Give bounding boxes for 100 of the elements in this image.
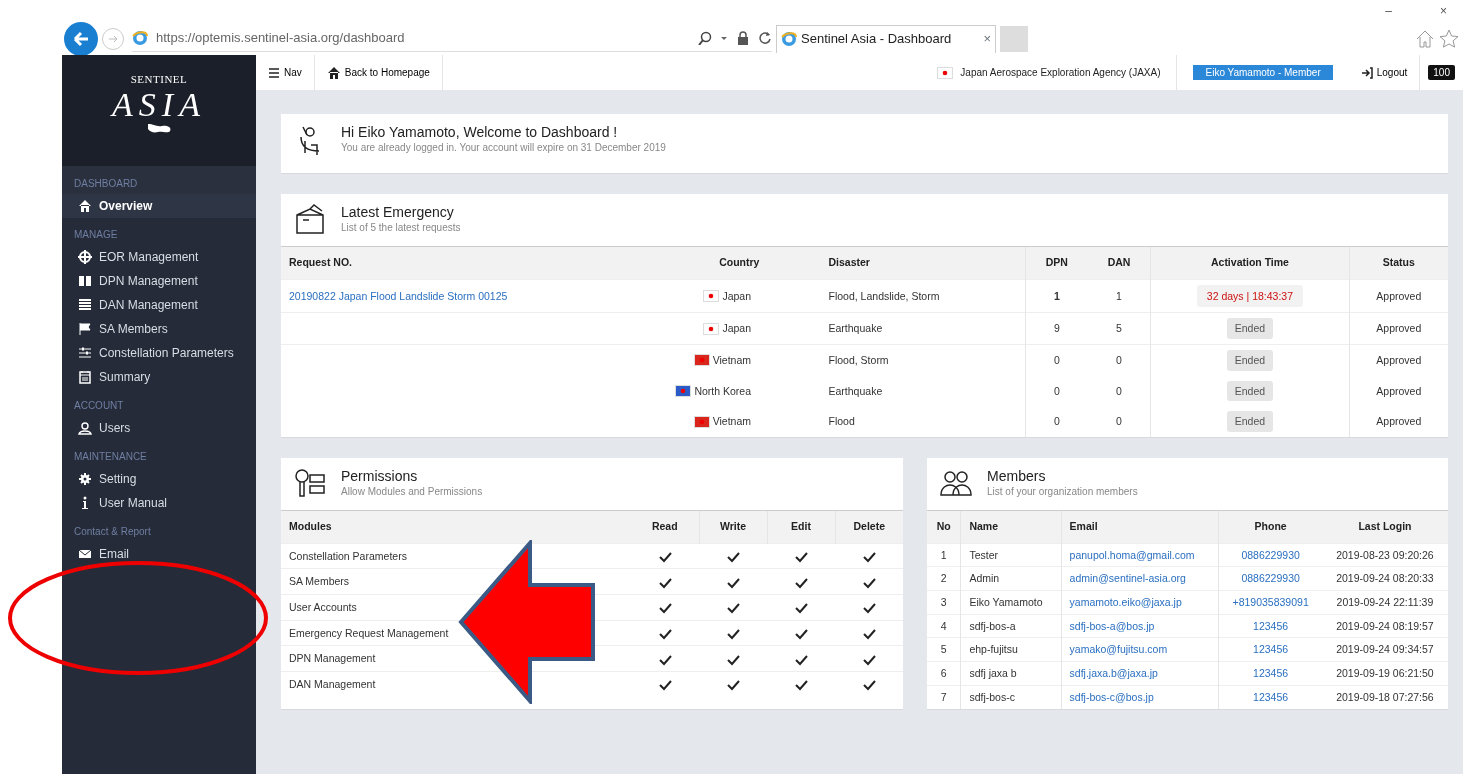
table-cell: Approved — [1349, 312, 1448, 345]
sidebar-item[interactable]: User Manual — [62, 491, 256, 515]
card-title: Permissions — [341, 468, 419, 485]
phone-link[interactable]: 0886229930 — [1241, 572, 1300, 585]
email-link[interactable]: sdfj.jaxa.b@jaxa.jp — [1069, 667, 1158, 680]
sidebar-item[interactable]: Email — [62, 542, 256, 566]
column-header: DPN — [1025, 246, 1088, 280]
organization-name: Japan Aerospace Exploration Agency (JAXA) — [960, 66, 1161, 80]
table-cell: 1 — [1087, 279, 1151, 313]
table-cell: sdfj-bos-c — [960, 685, 1062, 709]
sidebar-item[interactable]: Overview — [62, 194, 256, 218]
table-cell: Flood, Landslide, Storm — [820, 279, 1026, 313]
flag-icon — [704, 291, 719, 301]
browser-tab[interactable]: Sentinel Asia - Dashboard × — [776, 24, 996, 53]
url-text: https://optemis.sentinel-asia.org/dashboard — [156, 29, 406, 48]
email-link[interactable]: admin@sentinel-asia.org — [1069, 572, 1186, 585]
table-cell: 2019-08-23 09:20:26 — [1321, 543, 1448, 567]
phone-link[interactable]: 123456 — [1253, 619, 1289, 632]
column-header: Disaster — [820, 246, 1026, 280]
table-cell: 2019-09-24 22:11:39 — [1321, 590, 1448, 615]
sliders-icon — [78, 346, 92, 360]
refresh-icon[interactable] — [758, 31, 772, 45]
home-icon — [78, 199, 92, 213]
table-cell: 7 — [927, 685, 961, 709]
table-cell: Flood, Storm — [820, 344, 1026, 376]
table-cell: 6 — [927, 661, 961, 686]
status-badge: Ended — [1226, 318, 1274, 339]
sidebar-item[interactable]: DAN Management — [62, 293, 256, 317]
tab-title: Sentinel Asia - Dashboard — [801, 30, 953, 49]
crosshair-icon — [78, 250, 92, 264]
card-subtitle: List of your organization members — [987, 485, 1138, 500]
back-arrow-icon — [72, 29, 90, 48]
table-cell: 0 — [1025, 406, 1088, 438]
email-link[interactable]: sdfj-bos-a@bos.jp — [1069, 619, 1155, 632]
column-header: Activation Time — [1150, 246, 1350, 280]
logout-icon — [1360, 66, 1373, 79]
box-icon — [293, 203, 327, 237]
card-subtitle: List of 5 the latest requests — [341, 221, 461, 236]
table-cell: 2019-09-24 08:19:57 — [1321, 614, 1448, 638]
email-link[interactable]: panupol.homa@gmail.com — [1069, 548, 1195, 561]
sidebar-item[interactable]: SA Members — [62, 317, 256, 341]
minimize-button[interactable]: – — [1385, 2, 1392, 20]
phone-link[interactable]: 0886229930 — [1241, 548, 1300, 561]
table-cell: ehp-fujitsu — [960, 637, 1062, 662]
request-link[interactable]: 20190822 Japan Flood Landslide Storm 00125 — [289, 289, 508, 302]
status-badge: Ended — [1226, 411, 1274, 433]
table-cell: Eiko Yamamoto — [960, 590, 1062, 615]
sidebar-item[interactable]: Users — [62, 416, 256, 440]
card-subtitle: You are already logged in. Your account will expire on 31 December 2019 — [341, 141, 666, 156]
column-header: Modules — [281, 510, 632, 544]
section-heading: ACCOUNT — [73, 399, 125, 413]
column-header: Email — [1061, 510, 1219, 544]
status-badge: Ended — [1226, 350, 1274, 371]
email-link[interactable]: yamamoto.eiko@jaxa.jp — [1069, 596, 1182, 609]
logo-text: SENTINEL — [130, 72, 188, 87]
close-button[interactable]: × — [983, 29, 991, 49]
phone-link[interactable]: 123456 — [1253, 643, 1289, 656]
column-header: Phone — [1218, 510, 1322, 544]
column-header: DAN — [1087, 246, 1151, 280]
table-cell: Earthquake — [820, 312, 1026, 345]
star-icon[interactable] — [1439, 28, 1459, 49]
phone-link[interactable]: +819035839091 — [1232, 596, 1309, 609]
flag-icon — [694, 355, 709, 366]
column-header: Edit — [767, 510, 836, 544]
browser-logo-icon — [132, 30, 148, 46]
sidebar-item[interactable]: Summary — [62, 365, 256, 389]
flag-icon — [676, 386, 691, 397]
email-link[interactable]: yamako@fujitsu.com — [1069, 643, 1168, 656]
column-header: Write — [699, 510, 768, 544]
table-cell: 1 — [927, 543, 961, 567]
column-header: Country — [658, 246, 821, 280]
phone-link[interactable]: 123456 — [1253, 667, 1289, 680]
phone-link[interactable]: 123456 — [1253, 690, 1289, 703]
table-cell: 3 — [927, 590, 961, 615]
mail-icon — [78, 547, 92, 561]
column-header: Read — [631, 510, 700, 544]
close-button[interactable]: × — [1440, 2, 1447, 20]
section-heading: MANAGE — [73, 228, 119, 242]
caret-icon[interactable] — [720, 34, 728, 42]
sidebar-item[interactable]: EOR Management — [62, 245, 256, 269]
address-bar[interactable]: https://optemis.sentinel-asia.org/dashboard — [132, 25, 772, 52]
book-icon — [78, 274, 92, 288]
email-link[interactable]: sdfj-bos-c@bos.jp — [1069, 690, 1154, 703]
column-header: No — [927, 510, 961, 544]
table-cell: Tester — [960, 543, 1062, 567]
user-badge[interactable]: Eiko Yamamoto - Member — [1193, 65, 1333, 80]
table-cell: Earthquake — [820, 375, 1026, 407]
table-cell: 1 — [1025, 279, 1088, 313]
table-cell: 0 — [1025, 375, 1088, 407]
table-cell: 2019-09-19 06:21:50 — [1321, 661, 1448, 686]
sidebar-item[interactable]: DPN Management — [62, 269, 256, 293]
search-icon[interactable] — [698, 31, 712, 45]
sidebar-item[interactable]: Setting — [62, 467, 256, 491]
table-cell: Admin — [960, 566, 1062, 591]
home-icon[interactable] — [1415, 28, 1435, 49]
home-icon — [326, 65, 341, 80]
table-cell: Vietnam — [712, 414, 752, 430]
sidebar-item[interactable]: Constellation Parameters — [62, 341, 256, 365]
back-button[interactable] — [64, 21, 98, 56]
table-cell: North Korea — [694, 383, 752, 399]
